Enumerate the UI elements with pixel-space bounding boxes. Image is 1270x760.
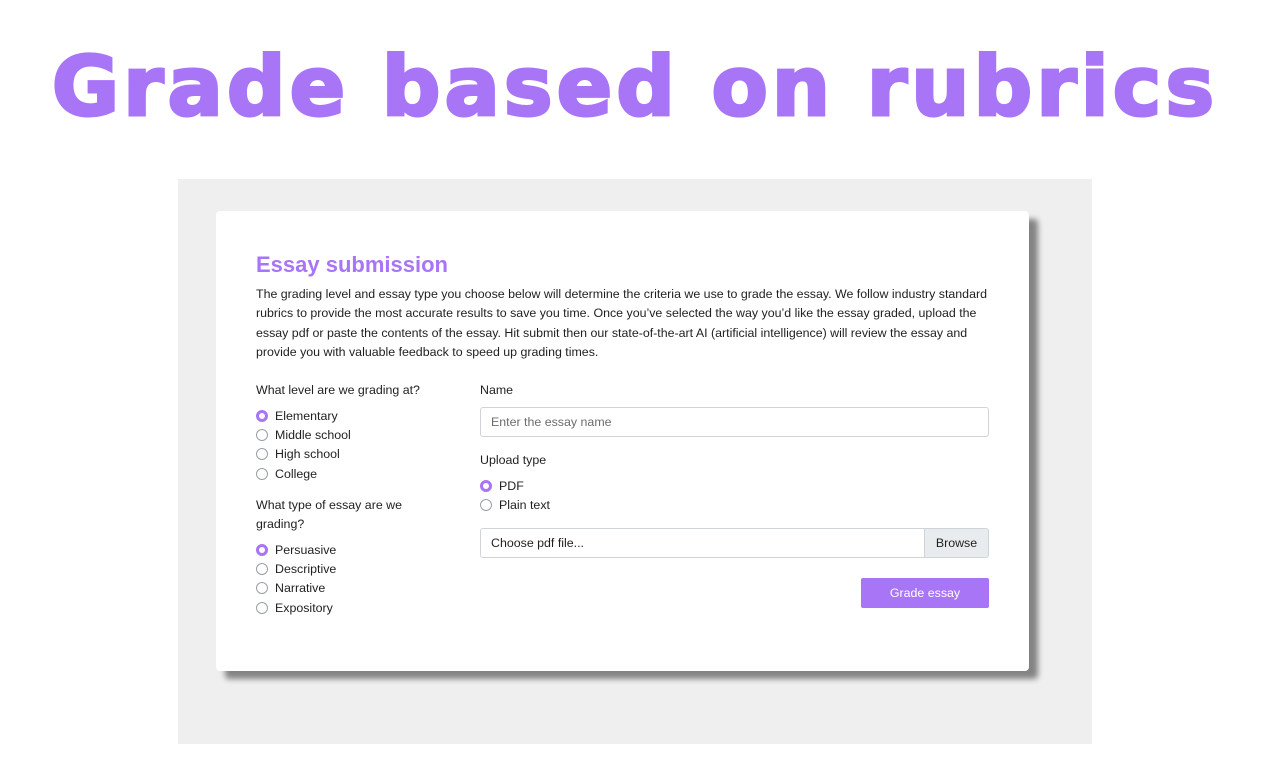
upload-type-radio-group: PDF Plain text	[480, 476, 550, 515]
essay-submission-card: Essay submission The grading level and e…	[216, 211, 1029, 671]
radio-checked-icon[interactable]	[480, 479, 492, 492]
essay-type-option-expository[interactable]: Expository	[256, 598, 336, 617]
upload-type-option-label: PDF	[499, 478, 524, 493]
essay-type-option-label: Narrative	[275, 581, 326, 596]
level-option-high-school[interactable]: High school	[256, 445, 351, 464]
name-label: Name	[480, 383, 514, 397]
essay-type-option-descriptive[interactable]: Descriptive	[256, 559, 336, 578]
radio-unchecked-icon[interactable]	[256, 601, 268, 614]
grade-essay-button[interactable]: Grade essay	[861, 578, 989, 608]
upload-type-option-label: Plain text	[499, 498, 550, 513]
essay-name-input[interactable]	[480, 407, 989, 437]
essay-type-option-narrative[interactable]: Narrative	[256, 579, 336, 598]
essay-type-option-label: Expository	[275, 600, 333, 615]
upload-type-option-pdf[interactable]: PDF	[480, 476, 550, 495]
file-picker-placeholder[interactable]: Choose pdf file...	[481, 529, 924, 557]
upload-type-label: Upload type	[480, 453, 547, 467]
level-option-college[interactable]: College	[256, 464, 351, 483]
form-description: The grading level and essay type you cho…	[256, 287, 987, 359]
radio-unchecked-icon[interactable]	[256, 448, 268, 461]
level-option-elementary[interactable]: Elementary	[256, 406, 351, 425]
radio-unchecked-icon[interactable]	[480, 499, 492, 512]
page: Grade based on rubrics Essay submission …	[0, 0, 1270, 760]
radio-unchecked-icon[interactable]	[256, 467, 268, 480]
radio-unchecked-icon[interactable]	[256, 429, 268, 442]
essay-type-radio-group: Persuasive Descriptive Narrative Exposit…	[256, 540, 336, 618]
level-option-label: Middle school	[275, 428, 351, 443]
pdf-file-picker[interactable]: Choose pdf file... Browse	[480, 528, 989, 558]
level-option-label: High school	[275, 447, 340, 462]
level-question: What level are we grading at?	[256, 383, 420, 397]
level-option-label: Elementary	[275, 408, 338, 423]
radio-unchecked-icon[interactable]	[256, 582, 268, 595]
essay-type-option-label: Persuasive	[275, 542, 337, 557]
level-radio-group: Elementary Middle school High school Col…	[256, 406, 351, 484]
hero-title: Grade based on rubrics	[50, 39, 1219, 137]
radio-checked-icon[interactable]	[256, 409, 268, 422]
upload-type-option-plain-text[interactable]: Plain text	[480, 495, 550, 514]
essay-type-question: What type of essay are we grading?	[256, 498, 403, 531]
essay-type-option-label: Descriptive	[275, 562, 337, 577]
level-option-label: College	[275, 466, 318, 481]
level-option-middle-school[interactable]: Middle school	[256, 425, 351, 444]
radio-unchecked-icon[interactable]	[256, 563, 268, 576]
form-title: Essay submission	[256, 252, 448, 277]
browse-button[interactable]: Browse	[924, 529, 988, 557]
essay-type-option-persuasive[interactable]: Persuasive	[256, 540, 336, 559]
radio-checked-icon[interactable]	[256, 543, 268, 556]
